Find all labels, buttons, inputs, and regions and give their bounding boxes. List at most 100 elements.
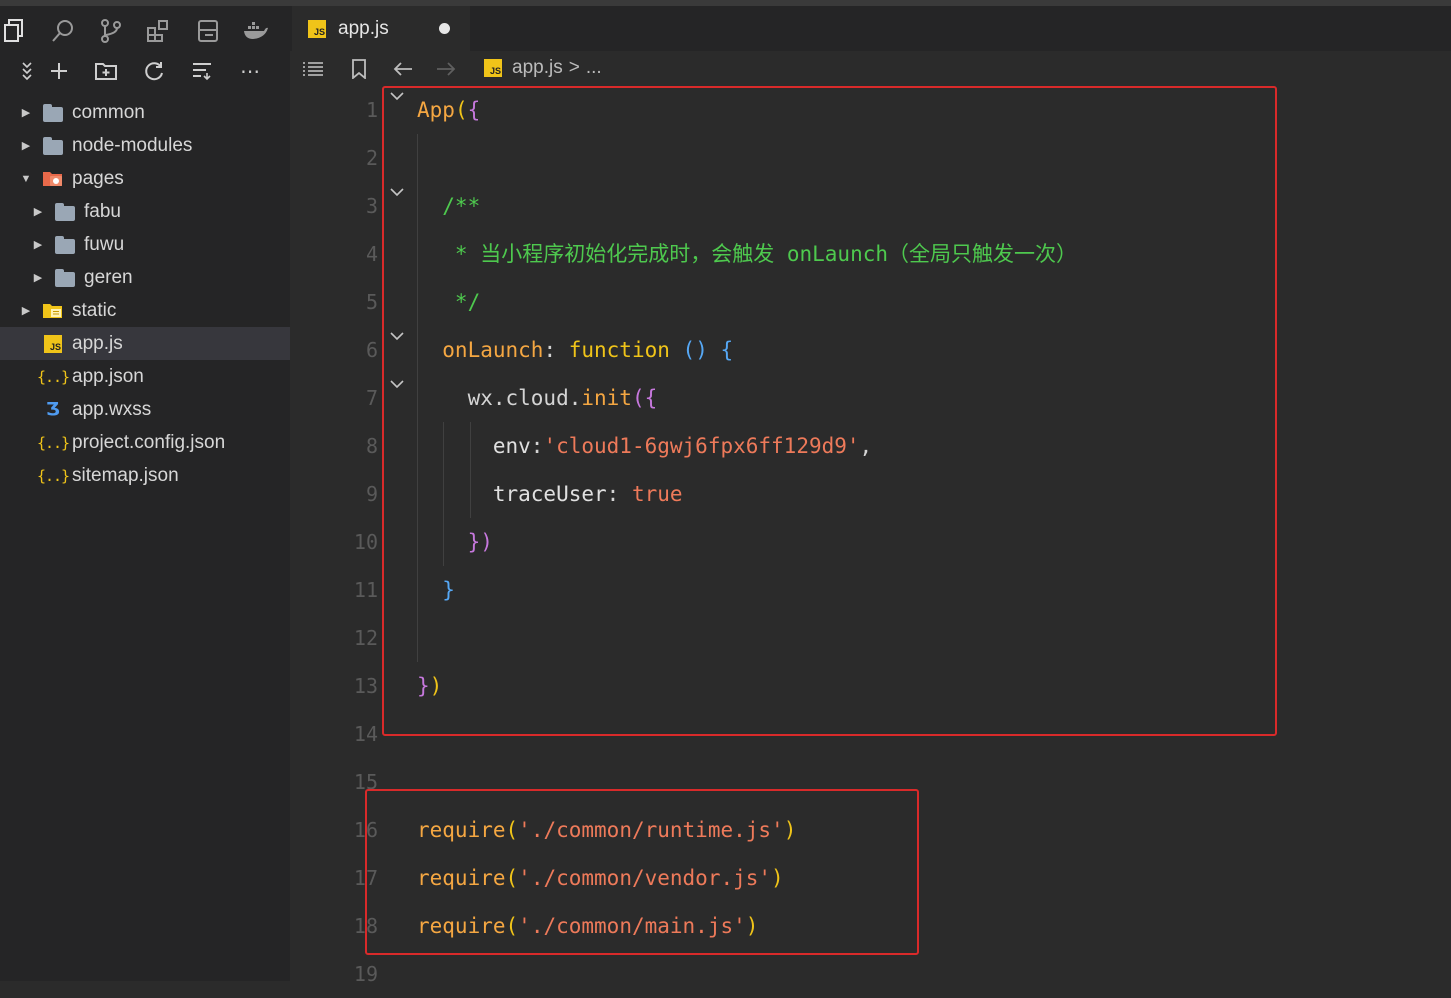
line-number: 1: [365, 98, 378, 122]
fold-chevron-icon[interactable]: [388, 326, 406, 374]
chevron-down-icon[interactable]: ▼: [20, 173, 32, 185]
collapse-icon[interactable]: [12, 56, 42, 86]
tree-item-label: app.js: [72, 332, 123, 354]
css-file-icon: Ʒ: [46, 399, 60, 420]
bookmark-icon[interactable]: [344, 55, 374, 83]
code-text: env:'cloud1-6gwj6fpx6ff129d9',: [417, 422, 872, 470]
tree-file-app-wxss[interactable]: Ʒ app.wxss: [0, 393, 290, 426]
tree-item-label: sitemap.json: [72, 464, 179, 486]
arrow-left-icon[interactable]: [388, 55, 418, 83]
code-line[interactable]: 1 App({: [290, 86, 1451, 134]
code-text: traceUser: true: [417, 470, 683, 518]
source-control-icon[interactable]: [96, 16, 126, 46]
fold-chevron-icon[interactable]: [388, 374, 406, 422]
code-line[interactable]: 3 /**: [290, 182, 1451, 230]
code-line[interactable]: 6 onLaunch: function () {: [290, 326, 1451, 374]
code-token: (: [505, 818, 519, 842]
line-number: 14: [353, 722, 378, 746]
code-text: * 当小程序初始化完成时，会触发 onLaunch（全局只触发一次）: [417, 230, 1077, 278]
js-file-icon: JS: [484, 59, 502, 77]
code-text: /**: [417, 182, 480, 230]
tree-item-label: app.json: [72, 365, 144, 387]
tree-folder-common[interactable]: ▶ common: [0, 96, 290, 129]
code-text: */: [417, 278, 480, 326]
chevron-right-icon[interactable]: ▶: [20, 304, 32, 317]
tab-app-js[interactable]: JS app.js: [292, 6, 470, 51]
more-icon[interactable]: ⋯: [235, 56, 265, 86]
code-token: {: [720, 338, 734, 362]
code-line[interactable]: 15: [290, 758, 1451, 806]
line-number: 8: [365, 434, 378, 458]
code-line[interactable]: 18 require('./common/main.js'): [290, 902, 1451, 950]
tree-file-app-json[interactable]: {..} app.json: [0, 360, 290, 393]
tree-folder-static[interactable]: ▶ static: [0, 294, 290, 327]
code-line[interactable]: 14: [290, 710, 1451, 758]
chevron-right-icon[interactable]: ▶: [20, 106, 32, 119]
code-token: (: [505, 914, 519, 938]
new-folder-icon[interactable]: [91, 56, 121, 86]
code-line[interactable]: 13}): [290, 662, 1451, 710]
fold-chevron-icon[interactable]: [388, 86, 406, 134]
code-token: function: [568, 338, 670, 362]
list-icon[interactable]: [298, 55, 328, 83]
code-token: './common/main.js': [518, 914, 746, 938]
code-line[interactable]: 7 wx.cloud.init({: [290, 374, 1451, 422]
code-line[interactable]: 10 }): [290, 518, 1451, 566]
tree-file-project-config-json[interactable]: {..} project.config.json: [0, 426, 290, 459]
activity-bar: [0, 16, 290, 50]
line-number: 2: [365, 146, 378, 170]
code-line[interactable]: 4 * 当小程序初始化完成时，会触发 onLaunch（全局只触发一次）: [290, 230, 1451, 278]
tree-folder-geren[interactable]: ▶ geren: [0, 261, 290, 294]
files-icon[interactable]: [0, 16, 30, 46]
static-folder-icon: [42, 301, 64, 321]
refresh-icon[interactable]: [139, 56, 169, 86]
code-line[interactable]: 19: [290, 950, 1451, 998]
tree-file-sitemap-json[interactable]: {..} sitemap.json: [0, 459, 290, 492]
chevron-right-icon[interactable]: ▶: [32, 238, 44, 251]
code-token: * 当小程序初始化完成时，会触发 onLaunch（全局只触发一次）: [417, 242, 1078, 266]
code-text: App({: [417, 86, 480, 134]
tree-folder-pages[interactable]: ▼ pages: [0, 162, 290, 195]
folder-icon: [54, 235, 76, 255]
code-token: ,: [859, 434, 873, 458]
breadcrumb-separator: >: [568, 57, 580, 78]
code-token: './common/runtime.js': [518, 818, 784, 842]
unsaved-dot-icon[interactable]: [439, 23, 450, 34]
search-icon[interactable]: [48, 16, 78, 46]
new-file-icon[interactable]: [44, 56, 74, 86]
code-line[interactable]: 8 env:'cloud1-6gwj6fpx6ff129d9',: [290, 422, 1451, 470]
line-number: 7: [365, 386, 378, 410]
breadcrumb-file[interactable]: app.js: [512, 57, 563, 79]
docker-icon[interactable]: [240, 16, 270, 46]
line-number: 3: [365, 194, 378, 218]
breadcrumb-more[interactable]: ...: [586, 57, 602, 79]
code-line[interactable]: 12: [290, 614, 1451, 662]
code-line[interactable]: 11 }: [290, 566, 1451, 614]
tree-item-label: fabu: [84, 200, 121, 222]
code-text: require('./common/runtime.js'): [417, 806, 796, 854]
code-token: (): [682, 338, 708, 362]
tree-folder-fuwu[interactable]: ▶ fuwu: [0, 228, 290, 261]
code-line[interactable]: 16 require('./common/runtime.js'): [290, 806, 1451, 854]
chevron-right-icon[interactable]: ▶: [32, 271, 44, 284]
tree-folder-fabu[interactable]: ▶ fabu: [0, 195, 290, 228]
code-line[interactable]: 5 */: [290, 278, 1451, 326]
fold-chevron-icon[interactable]: [388, 182, 406, 230]
extensions-icon[interactable]: [143, 16, 173, 46]
sidebar: ⋯ ▶ common ▶ node-modules ▼ pages ▶ fabu: [0, 6, 290, 981]
tree-file-app-js[interactable]: JS app.js: [0, 327, 290, 360]
code-line[interactable]: 2: [290, 134, 1451, 182]
code-token: :: [530, 434, 544, 458]
outline-icon[interactable]: [193, 16, 223, 46]
chevron-right-icon[interactable]: ▶: [20, 139, 32, 152]
json-file-icon: {..}: [36, 466, 70, 485]
sort-icon[interactable]: [187, 56, 217, 86]
code-token: env: [417, 434, 531, 458]
code-token: true: [631, 482, 683, 506]
code-line[interactable]: 17 require('./common/vendor.js'): [290, 854, 1451, 902]
code-line[interactable]: 9 traceUser: true: [290, 470, 1451, 518]
arrow-right-icon[interactable]: [431, 55, 461, 83]
code-token: }: [417, 578, 455, 602]
tree-folder-node-modules[interactable]: ▶ node-modules: [0, 129, 290, 162]
chevron-right-icon[interactable]: ▶: [32, 205, 44, 218]
